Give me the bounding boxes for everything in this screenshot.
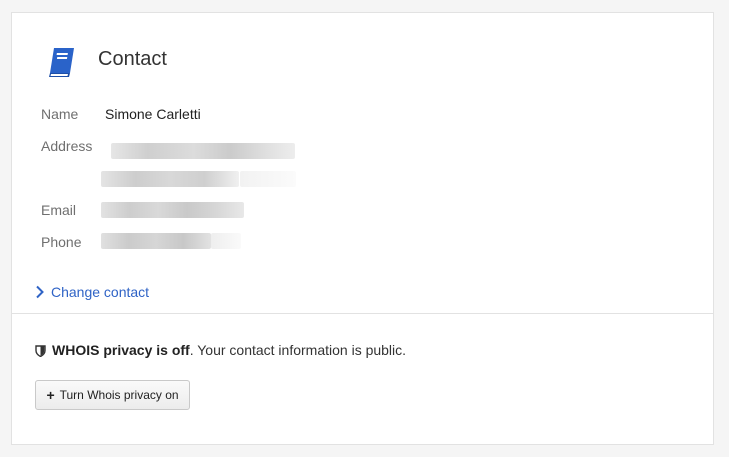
privacy-status-text: . Your contact information is public.	[189, 342, 407, 358]
contact-header: Contact	[47, 46, 167, 80]
email-label: Email	[41, 202, 77, 218]
phone-redacted-tail	[211, 233, 241, 249]
address-label: Address	[41, 138, 93, 154]
address-line-1-redacted	[111, 143, 295, 159]
name-label: Name	[41, 106, 79, 122]
change-contact-link[interactable]: Change contact	[35, 284, 149, 300]
plus-icon: +	[46, 387, 55, 403]
email-redacted	[101, 202, 244, 218]
shield-icon	[35, 344, 46, 358]
address-line-2-redacted-tail	[240, 171, 296, 187]
name-value: Simone Carletti	[105, 106, 201, 122]
change-contact-label[interactable]: Change contact	[51, 284, 149, 300]
phone-redacted	[101, 233, 211, 249]
turn-whois-privacy-on-label: Turn Whois privacy on	[59, 388, 179, 402]
phone-label: Phone	[41, 234, 82, 250]
turn-whois-privacy-on-button[interactable]: + Turn Whois privacy on	[35, 380, 190, 410]
contact-card: Contact Name Simone Carletti Address Ema…	[11, 12, 714, 445]
chevron-right-icon	[35, 285, 45, 299]
privacy-status: WHOIS privacy is off . Your contact info…	[35, 342, 406, 358]
page-title: Contact	[98, 47, 167, 70]
address-line-2-redacted	[101, 171, 239, 187]
privacy-status-strong: WHOIS privacy is off	[52, 342, 190, 358]
address-book-icon	[47, 46, 77, 80]
section-divider	[12, 313, 713, 314]
